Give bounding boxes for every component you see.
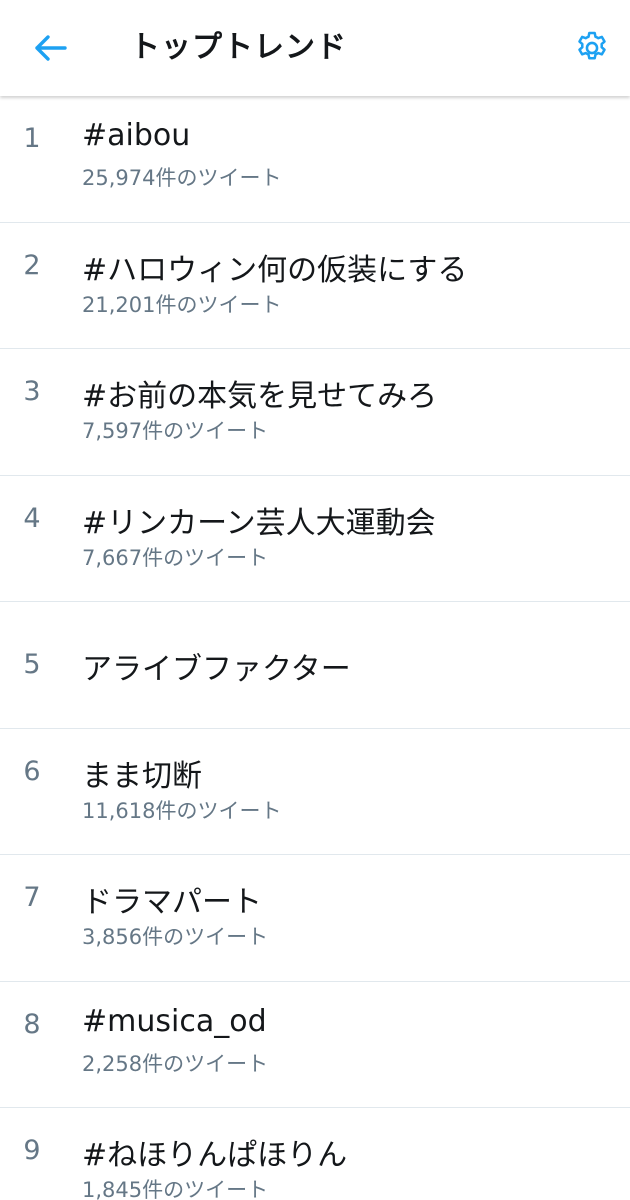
- trend-rank: 7: [23, 882, 41, 913]
- trend-rank: 9: [23, 1135, 41, 1166]
- tweet-count: 1,845件のツイート: [82, 1178, 269, 1200]
- trend-name: アライブファクター: [82, 652, 351, 687]
- trend-name: #お前の本気を見せてみろ: [82, 379, 438, 414]
- trend-rank: 4: [23, 502, 41, 534]
- trend-row[interactable]: 3 #お前の本気を見せてみろ 7,597件のツイート: [0, 349, 630, 476]
- top-bar: トップトレンド: [0, 0, 630, 96]
- tweet-count: 2,258件のツイート: [82, 1051, 269, 1076]
- tweet-count: 3,856件のツイート: [82, 925, 269, 949]
- trend-row[interactable]: 8 #musica_od 2,258件のツイート: [0, 982, 630, 1108]
- trend-rank: 5: [23, 649, 41, 680]
- arrow-left-icon: [35, 35, 67, 61]
- tweet-count: 21,201件のツイート: [82, 292, 282, 317]
- trend-name: まま切断: [82, 758, 202, 794]
- trend-row[interactable]: 5 アライブファクター: [0, 602, 630, 729]
- trend-row[interactable]: 1 #aibou 25,974件のツイート: [0, 96, 630, 223]
- trend-name: #musica_od: [82, 1003, 267, 1039]
- trend-row[interactable]: 4 #リンカーン芸人大運動会 7,667件のツイート: [0, 476, 630, 602]
- app-screen: トップトレンド 1 #aibou 25,974件のツイート 2 #ハロウィン何の…: [0, 0, 630, 1200]
- trend-row[interactable]: 9 #ねほりんぱほりん 1,845件のツイート: [0, 1108, 630, 1200]
- trend-rank: 1: [23, 123, 41, 154]
- tweet-count: 7,597件のツイート: [82, 419, 269, 443]
- tweet-count: 25,974件のツイート: [82, 166, 282, 190]
- settings-button[interactable]: [568, 24, 616, 72]
- trend-name: #aibou: [82, 118, 191, 153]
- trend-rank: 3: [23, 376, 41, 407]
- page-title: トップトレンド: [130, 30, 347, 65]
- back-button[interactable]: [20, 28, 80, 68]
- trend-name: #リンカーン芸人大運動会: [82, 505, 436, 541]
- trend-name: #ねほりんぱほりん: [82, 1138, 348, 1173]
- trend-row[interactable]: 7 ドラマパート 3,856件のツイート: [0, 855, 630, 982]
- trend-name: ドラマパート: [82, 885, 262, 920]
- tweet-count: 7,667件のツイート: [82, 545, 269, 570]
- trend-list: 1 #aibou 25,974件のツイート 2 #ハロウィン何の仮装にする 21…: [0, 96, 630, 1200]
- trend-rank: 6: [23, 755, 41, 787]
- trend-rank: 8: [23, 1008, 41, 1040]
- trend-name: #ハロウィン何の仮装にする: [82, 252, 468, 288]
- tweet-count: 11,618件のツイート: [82, 798, 282, 823]
- trend-row[interactable]: 6 まま切断 11,618件のツイート: [0, 729, 630, 855]
- trend-rank: 2: [23, 249, 41, 281]
- gear-icon: [578, 31, 606, 60]
- trend-row[interactable]: 2 #ハロウィン何の仮装にする 21,201件のツイート: [0, 223, 630, 349]
